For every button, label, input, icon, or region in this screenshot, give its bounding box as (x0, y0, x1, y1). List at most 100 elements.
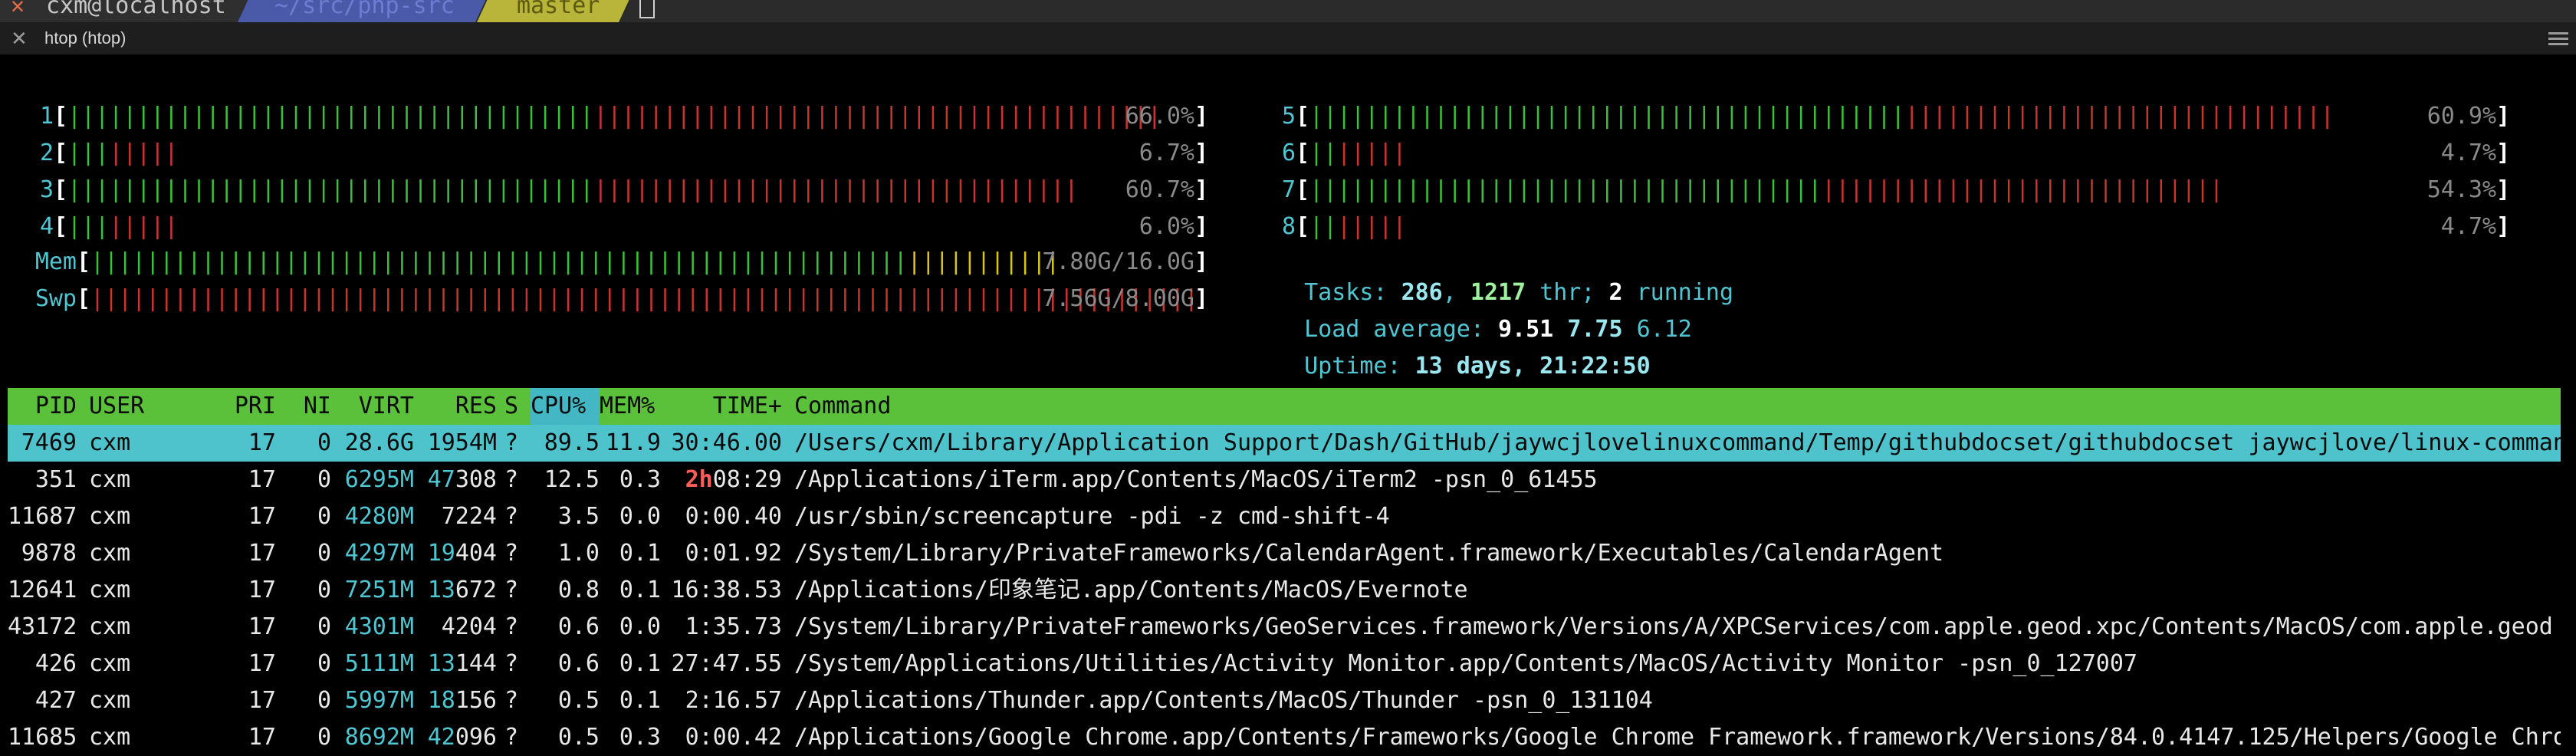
res-kilo-part: 7224 (441, 503, 497, 530)
cpu-meter-5-value: 60.9% (2426, 103, 2496, 130)
res-kilo-part: 404 (455, 540, 497, 567)
cell-pri: 17 (248, 724, 276, 751)
cell-pid: 11685 (8, 724, 77, 751)
cell-virt: 4297M (344, 540, 414, 567)
cell-pid: 12641 (8, 577, 77, 603)
cell-command: /Applications/iTerm.app/Contents/MacOS/i… (794, 466, 1598, 493)
swap-meter-close-bracket: ] (1194, 285, 1209, 312)
cpu-meter-1-value: 66.0% (1125, 103, 1194, 130)
tab-title-bar[interactable]: ✕ htop (htop) (0, 22, 2576, 54)
mem-meter-label: Mem (34, 248, 77, 275)
cell-virt: 28.6G (344, 429, 414, 456)
cell-cpu: 0.5 (557, 724, 600, 751)
cell-command: /Applications/Google Chrome.app/Contents… (794, 724, 2561, 751)
col-user[interactable]: USER (89, 388, 144, 425)
cell-mem: 0.1 (619, 540, 661, 567)
user-host-label: cxm@localhost (46, 0, 226, 19)
cpu-meter-5: 5[||||||||||||||||||||||||||||||||||||||… (1265, 101, 2513, 132)
col-time[interactable]: TIME+ (667, 388, 782, 425)
cell-time: 0:01.92 (667, 535, 782, 572)
cell-pid: 9878 (21, 540, 77, 567)
uptime-line: Uptime: 13 days, 21:22:50 (1276, 320, 1651, 380)
col-command[interactable]: Command (794, 388, 891, 425)
process-row[interactable]: 427 cxm 17 0 5997M? 0.5 0.1/Applications/Thund… (8, 682, 2561, 719)
col-virt[interactable]: VIRT (331, 388, 414, 425)
cpu-meter-7-value: 54.3% (2426, 176, 2496, 203)
cell-mem: 0.0 (619, 613, 661, 640)
process-row[interactable]: 426 cxm 17 0 5111M? 0.6 0.1/System/Application… (8, 646, 2561, 682)
cpu-meter-3: 3[||||||||||||||||||||||||||||||||||||||… (23, 175, 1211, 205)
process-row[interactable]: 11685 cxm 17 0 8692M? 0.5 0.3/Applications/Goo… (8, 719, 2561, 756)
cell-cpu: 0.5 (557, 687, 600, 714)
res-mega-part: 1954M (427, 429, 497, 456)
cell-mem: 0.1 (619, 650, 661, 677)
time-hours: 2h (685, 466, 713, 493)
cell-ni: 0 (317, 540, 331, 567)
col-pid[interactable]: PID (8, 388, 77, 425)
cell-user: cxm (89, 429, 131, 456)
col-pri[interactable]: PRI (215, 388, 276, 425)
cpu-meter-5-open-bracket: [ (1296, 103, 1310, 130)
col-cpu[interactable]: CPU% (531, 388, 600, 425)
cell-time: 2:16.57 (667, 682, 782, 719)
cell-pri: 17 (248, 466, 276, 493)
process-row[interactable]: 11687 cxm 17 0 4280M? 3.5 0.0/usr/sbin/screenc… (8, 498, 2561, 535)
cell-cpu: 0.8 (557, 577, 600, 603)
cell-res: 47308 (414, 462, 497, 498)
cell-command: /Applications/印象笔记.app/Contents/MacOS/Ev… (794, 577, 1468, 603)
cpu-meter-8-open-bracket: [ (1296, 213, 1310, 240)
cpu-meter-6-open-bracket: [ (1296, 140, 1310, 166)
res-kilo-part: 144 (455, 650, 497, 677)
cpu-meter-8: 8[||||||| 4.7%] (1265, 212, 2513, 242)
cell-res: 13672 (414, 572, 497, 609)
process-row[interactable]: 7469 cxm 17 0 28.6G? 89.5 11.9/Users/cxm/Libra… (8, 425, 2561, 462)
time-value: 0:00.42 (685, 724, 782, 751)
cell-time: 30:46.00 (667, 425, 783, 462)
cpu-meter-2-value: 6.7% (1138, 140, 1194, 166)
col-ni[interactable]: NI (276, 388, 331, 425)
time-value: 16:38.53 (671, 577, 783, 603)
cell-time: 16:38.53 (667, 572, 783, 609)
path-segment: ~/src/php-src (238, 0, 491, 22)
cell-res: 7224 (414, 498, 497, 535)
cell-s: ? (504, 466, 519, 493)
cell-command: /usr/sbin/screencapture -pdi -z cmd-shif… (794, 503, 1390, 530)
time-value: 30:46.00 (671, 429, 783, 456)
cpu-meter-2-open-bracket: [ (54, 140, 68, 166)
process-row[interactable]: 43172 cxm 17 0 4301M? 0.6 0.0/System/Library/P… (8, 609, 2561, 646)
cpu-meter-1: 1[||||||||||||||||||||||||||||||||||||||… (23, 101, 1211, 132)
cell-pri: 17 (248, 429, 276, 456)
cell-ni: 0 (317, 650, 331, 677)
cell-time: 27:47.55 (667, 646, 783, 682)
cpu-meter-5-close-bracket: ] (2496, 103, 2511, 130)
cell-mem: 11.9 (605, 429, 661, 456)
hamburger-menu-icon[interactable] (2548, 32, 2568, 46)
process-row[interactable]: 351 cxm 17 0 6295M? 12.5 0.3/Applications/iTer… (8, 462, 2561, 498)
process-row[interactable]: 12641 cxm 17 0 7251M? 0.8 0.1/Applications/印象笔… (8, 572, 2561, 609)
user-host-segment: ✕ cxm@localhost (0, 0, 249, 22)
cpu-meter-1-label: 1 (39, 103, 54, 130)
cell-mem: 0.1 (619, 687, 661, 714)
close-tab-icon[interactable]: ✕ (11, 22, 28, 54)
cpu-meter-3-label: 3 (39, 176, 54, 203)
swap-meter-value: 7.56G/8.00G (1042, 285, 1194, 312)
cell-user: cxm (89, 650, 131, 677)
cell-s: ? (504, 724, 519, 751)
cell-command: /System/Applications/Utilities/Activity … (794, 650, 2137, 677)
process-row[interactable]: 9878 cxm 17 0 4297M? 1.0 0.1/System/Library/Pr… (8, 535, 2561, 572)
col-res[interactable]: RES (414, 388, 497, 425)
time-value: 08:29 (712, 466, 782, 493)
cell-pri: 17 (248, 650, 276, 677)
tab-title: htop (htop) (44, 28, 127, 48)
cpu-meter-4-value: 6.0% (1138, 213, 1194, 240)
col-mem[interactable]: MEM% (600, 388, 655, 425)
cell-user: cxm (89, 466, 131, 493)
cell-cpu: 0.6 (557, 650, 600, 677)
cell-mem: 0.3 (619, 724, 661, 751)
cell-pid: 351 (34, 466, 77, 493)
cpu-meter-1-close-bracket: ] (1194, 103, 1209, 130)
res-mega-part: 42 (427, 724, 455, 751)
col-s[interactable]: S (504, 388, 518, 425)
cpu-meter-2-close-bracket: ] (1194, 140, 1209, 166)
cpu-meter-4-open-bracket: [ (54, 213, 68, 240)
